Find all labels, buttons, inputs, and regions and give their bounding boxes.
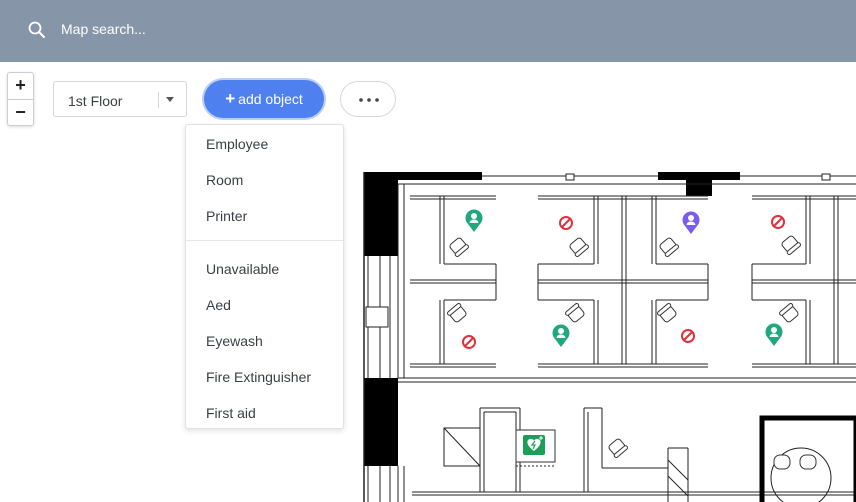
chair-icon	[449, 237, 469, 257]
add-object-button[interactable]: + add object	[204, 80, 324, 118]
menu-item-printer[interactable]: Printer	[206, 208, 247, 224]
top-search-bar: Map search...	[0, 0, 856, 62]
unavailable-icon[interactable]	[462, 335, 476, 349]
zoom-out-button[interactable]: −	[8, 99, 33, 126]
plus-icon: +	[225, 88, 236, 108]
menu-item-aed[interactable]: Aed	[206, 297, 231, 313]
chair-icon	[779, 303, 799, 323]
menu-item-employee[interactable]: Employee	[206, 136, 268, 152]
floor-select[interactable]: 1st Floor	[53, 81, 187, 117]
add-object-menu: Employee Room Printer Unavailable Aed Ey…	[185, 124, 344, 429]
chair-icon	[773, 454, 791, 470]
unavailable-icon[interactable]	[771, 215, 785, 229]
employee-pin-icon[interactable]	[765, 323, 783, 346]
zoom-control: + −	[7, 72, 34, 126]
unavailable-icon[interactable]	[681, 329, 695, 343]
floor-select-value: 1st Floor	[68, 93, 123, 109]
chair-icon	[659, 237, 679, 257]
chair-icon	[569, 237, 589, 257]
chair-icon	[799, 454, 817, 470]
chair-icon	[608, 438, 628, 458]
add-object-label: add object	[238, 91, 303, 107]
chair-icon	[447, 303, 467, 323]
menu-item-first-aid[interactable]: First aid	[206, 405, 256, 421]
menu-divider	[186, 240, 343, 241]
more-dots-icon	[359, 98, 379, 102]
chair-icon	[565, 303, 585, 323]
menu-item-fire-extinguisher[interactable]: Fire Extinguisher	[206, 369, 311, 385]
menu-item-unavailable[interactable]: Unavailable	[206, 261, 279, 277]
employee-pin-icon[interactable]	[552, 324, 570, 347]
chair-icon	[781, 235, 801, 255]
zoom-in-button[interactable]: +	[8, 73, 33, 99]
chair-icon	[657, 303, 677, 323]
menu-item-eyewash[interactable]: Eyewash	[206, 333, 263, 349]
floor-plan-map[interactable]	[0, 62, 856, 502]
unavailable-icon[interactable]	[559, 216, 573, 230]
select-separator	[158, 92, 159, 108]
aed-icon[interactable]	[515, 429, 556, 463]
search-input[interactable]: Map search...	[61, 21, 146, 37]
employee-pin-icon[interactable]	[465, 209, 483, 232]
chevron-down-icon	[166, 97, 174, 102]
selected-employee-pin-icon[interactable]	[682, 211, 700, 234]
search-icon	[28, 21, 45, 38]
more-options-button[interactable]	[340, 81, 396, 117]
menu-item-room[interactable]: Room	[206, 172, 243, 188]
